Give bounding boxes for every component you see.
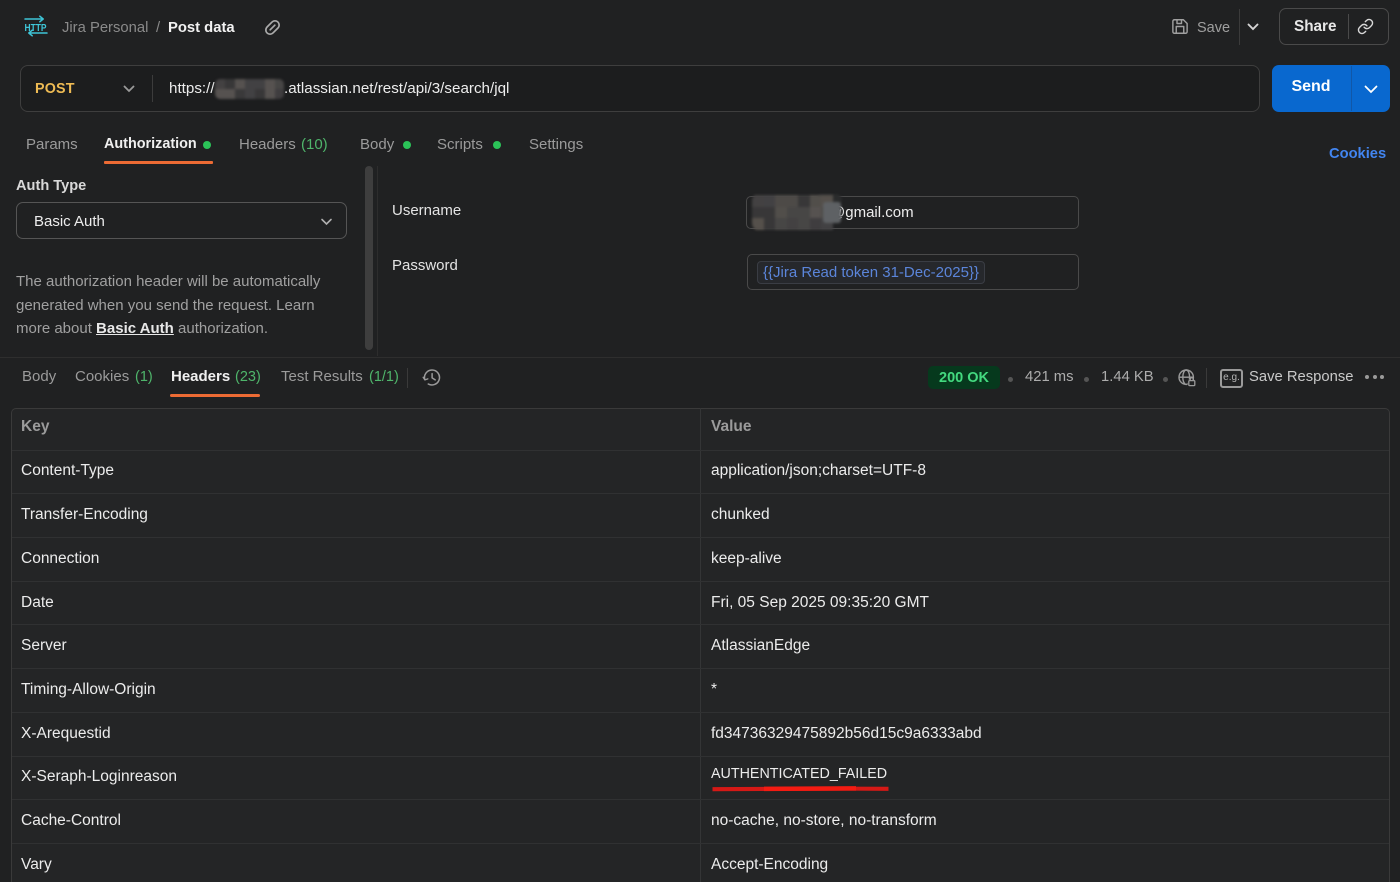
- svg-text:HTTP: HTTP: [25, 23, 47, 34]
